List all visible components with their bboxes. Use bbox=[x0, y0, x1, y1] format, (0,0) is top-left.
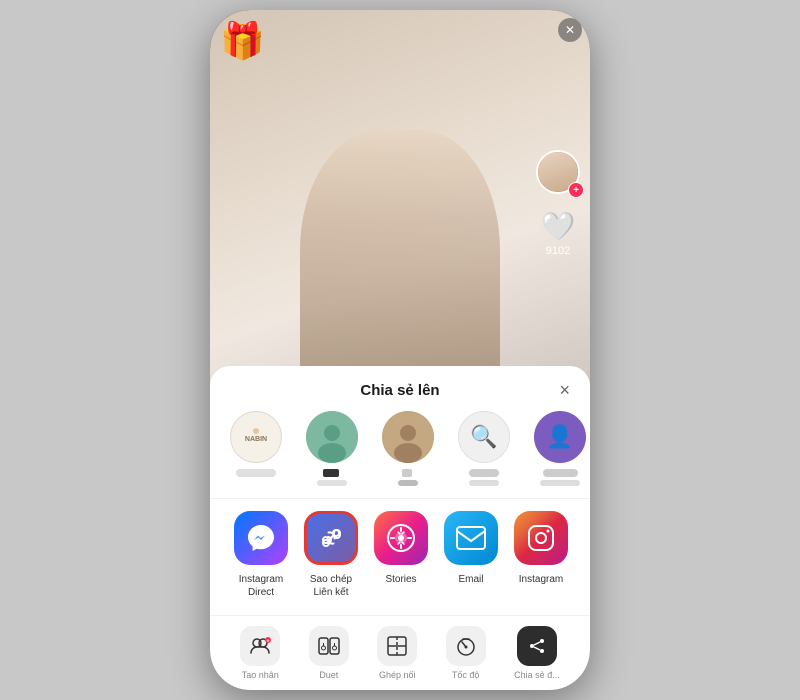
tool-label-duet: Duet bbox=[319, 670, 338, 680]
app-item-copy-link[interactable]: Sao chépLiên kết bbox=[296, 511, 366, 599]
likes-count: 9102 bbox=[546, 245, 570, 257]
follow-button[interactable]: + bbox=[568, 182, 584, 198]
contact-name-search bbox=[469, 469, 499, 486]
app-item-email[interactable]: Email bbox=[436, 511, 506, 599]
contact-avatar-add: 👤 bbox=[534, 411, 586, 463]
contact-avatar-2 bbox=[382, 411, 434, 463]
tool-item-tao-nhan[interactable]: + Tao nhân bbox=[240, 626, 280, 680]
contact-avatar-1 bbox=[306, 411, 358, 463]
app-label-stories: Stories bbox=[385, 573, 416, 586]
apps-row: InstagramDirect Sao chépLiên kết bbox=[210, 511, 590, 615]
share-bottom-sheet: Chia sẻ lên × NABIN bbox=[210, 366, 590, 690]
close-video-button[interactable]: ✕ bbox=[558, 18, 582, 42]
tool-label-tao-nhan: Tao nhân bbox=[242, 670, 279, 680]
svg-text:NABIN: NABIN bbox=[245, 436, 267, 443]
app-label-instagram-direct: InstagramDirect bbox=[239, 573, 283, 599]
right-sidebar: + 🤍 9102 bbox=[536, 150, 580, 257]
app-icon-email bbox=[444, 511, 498, 565]
contact-name-nabin bbox=[236, 469, 276, 477]
app-icon-copy-link bbox=[304, 511, 358, 565]
app-item-instagram[interactable]: Instagram bbox=[506, 511, 576, 599]
contact-name-add bbox=[540, 469, 580, 486]
heart-icon: 🤍 bbox=[541, 210, 576, 243]
tool-label-ghep-noi: Ghép nối bbox=[379, 670, 416, 680]
tool-label-toc-do: Tốc độ bbox=[452, 670, 480, 680]
contact-item-1[interactable] bbox=[302, 411, 362, 486]
contact-avatar-search: 🔍 bbox=[458, 411, 510, 463]
contact-item-search[interactable]: 🔍 bbox=[454, 411, 514, 486]
tool-icon-toc-do bbox=[446, 626, 486, 666]
contact-item-add[interactable]: 👤 bbox=[530, 411, 590, 486]
tool-icon-tao-nhan: + bbox=[240, 626, 280, 666]
contact-item-nabin[interactable]: NABIN bbox=[226, 411, 286, 486]
contact-item-2[interactable] bbox=[378, 411, 438, 486]
creator-avatar-container[interactable]: + bbox=[536, 150, 580, 194]
divider-1 bbox=[210, 498, 590, 499]
app-label-copy-link: Sao chépLiên kết bbox=[310, 573, 352, 599]
tool-label-chia-se: Chia sẻ đ... bbox=[514, 670, 560, 680]
tool-item-ghep-noi[interactable]: Ghép nối bbox=[377, 626, 417, 680]
sheet-header: Chia sẻ lên × bbox=[210, 382, 590, 411]
contacts-row: NABIN bbox=[210, 411, 590, 498]
contact-name-2 bbox=[398, 469, 418, 486]
app-label-email: Email bbox=[458, 573, 483, 586]
gift-icon[interactable]: 🎁 bbox=[220, 20, 265, 62]
svg-text:+: + bbox=[267, 639, 270, 645]
tool-item-chia-se[interactable]: Chia sẻ đ... bbox=[514, 626, 560, 680]
contact-name-1 bbox=[317, 469, 347, 486]
app-label-instagram: Instagram bbox=[519, 573, 563, 586]
tool-icon-ghep-noi bbox=[377, 626, 417, 666]
tool-icon-duet bbox=[309, 626, 349, 666]
sheet-close-button[interactable]: × bbox=[559, 380, 570, 401]
app-icon-instagram bbox=[514, 511, 568, 565]
app-item-instagram-direct[interactable]: InstagramDirect bbox=[226, 511, 296, 599]
tool-item-toc-do[interactable]: Tốc độ bbox=[446, 626, 486, 680]
app-icon-messenger bbox=[234, 511, 288, 565]
tool-item-duet[interactable]: Duet bbox=[309, 626, 349, 680]
app-item-stories[interactable]: Stories bbox=[366, 511, 436, 599]
contact-avatar-nabin: NABIN bbox=[230, 411, 282, 463]
app-icon-stories bbox=[374, 511, 428, 565]
sheet-title: Chia sẻ lên bbox=[360, 382, 439, 399]
phone-container: 🎁 ✕ + 🤍 9102 Chia sẻ lên × bbox=[210, 10, 590, 690]
tool-icon-chia-se bbox=[517, 626, 557, 666]
likes-container[interactable]: 🤍 9102 bbox=[541, 210, 576, 257]
bottom-tools: + Tao nhân Duet bbox=[210, 615, 590, 690]
